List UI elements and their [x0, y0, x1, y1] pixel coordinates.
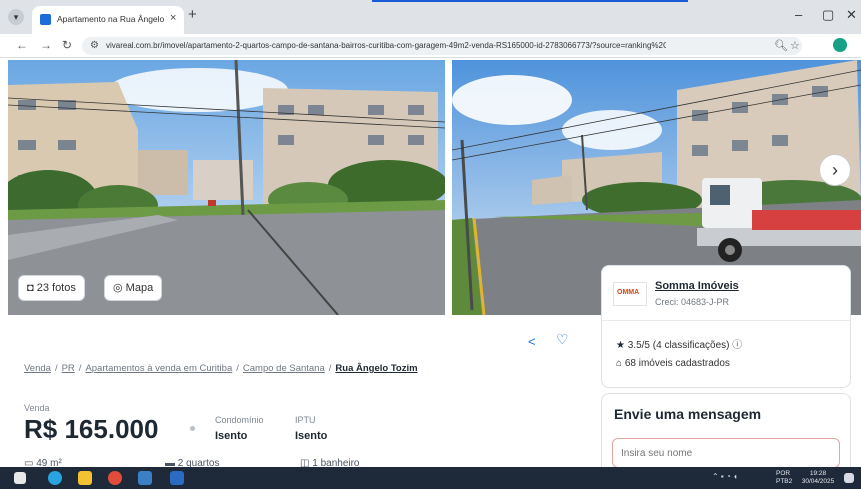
- browser-toolbar: ← → ↻ ⚙ vivareal.com.br/imovel/apartamen…: [0, 34, 861, 58]
- site-favicon-icon: [40, 14, 51, 25]
- breadcrumb-item[interactable]: Venda: [24, 363, 51, 374]
- reload-icon[interactable]: ↻: [62, 38, 72, 52]
- camera-icon: ◘: [27, 282, 34, 294]
- property-photo-1[interactable]: ◘ 23 fotos ◎ Mapa: [8, 60, 445, 315]
- breadcrumb-separator: /: [54, 363, 58, 374]
- tab-title: Apartamento na Rua Ângelo T: [57, 14, 167, 24]
- calculator-icon[interactable]: [138, 471, 152, 485]
- divider: [602, 320, 850, 321]
- breadcrumb-item[interactable]: Campo de Santana: [243, 363, 325, 374]
- bookmark-star-icon[interactable]: ☆: [790, 39, 800, 52]
- condo-label: Condomínio: [215, 415, 264, 425]
- separator-dot: [190, 426, 195, 431]
- map-button-label: Mapa: [125, 282, 154, 294]
- browser-tab[interactable]: Apartamento na Rua Ângelo T ×: [32, 6, 184, 34]
- breadcrumb-item[interactable]: Apartamentos à venda em Curitiba: [85, 363, 232, 374]
- zoom-icon[interactable]: 🔍︎: [774, 39, 788, 52]
- tab-close-icon[interactable]: ×: [170, 12, 176, 24]
- language-indicator[interactable]: POR PTB2: [776, 470, 792, 486]
- iptu-value: Isento: [295, 430, 328, 442]
- photos-button[interactable]: ◘ 23 fotos: [18, 275, 85, 301]
- agent-logo-text: OMMA: [617, 289, 640, 296]
- agent-rating-text: 3.5/5 (4 classificações): [627, 340, 730, 351]
- start-icon[interactable]: [14, 472, 26, 484]
- message-title: Envie uma mensagem: [614, 406, 762, 422]
- agent-logo[interactable]: OMMA: [613, 282, 647, 306]
- browser-window: ▾ Apartamento na Rua Ângelo T × + – ▢ ✕ …: [0, 0, 861, 489]
- minimize-icon[interactable]: –: [795, 7, 802, 22]
- tab-bar: ▾ Apartamento na Rua Ângelo T × + – ▢ ✕: [0, 0, 861, 34]
- agent-card: OMMA Somma Imóveis Creci: 04683-J-PR ★ 3…: [601, 265, 851, 388]
- favorite-heart-icon[interactable]: ♡: [556, 331, 569, 348]
- clock-time: 19:28: [809, 470, 827, 477]
- breadcrumb-separator: /: [328, 363, 332, 374]
- share-icon[interactable]: <: [528, 334, 536, 349]
- keyboard-layout: PTB2: [776, 478, 793, 485]
- extension-icon[interactable]: [833, 38, 847, 52]
- next-photo-button[interactable]: ›: [819, 154, 851, 186]
- breadcrumb-item[interactable]: PR: [62, 363, 75, 374]
- site-info-icon[interactable]: ⚙: [90, 40, 99, 51]
- house-icon: ⌂: [616, 358, 623, 369]
- clock[interactable]: 19:28 30/04/2025: [800, 470, 836, 486]
- breadcrumb: Venda / PR / Apartamentos à venda em Curitib…: [24, 363, 418, 374]
- agent-listings-text: 68 imóveis cadastrados: [624, 358, 730, 369]
- agent-name-link[interactable]: Somma Imóveis: [655, 280, 739, 292]
- breadcrumb-separator: /: [236, 363, 239, 374]
- back-icon[interactable]: ←: [16, 38, 28, 52]
- forward-icon[interactable]: →: [40, 38, 52, 52]
- name-input[interactable]: [612, 438, 840, 468]
- condo-value: Isento: [215, 430, 248, 442]
- store-icon[interactable]: [170, 471, 184, 485]
- language-code: POR: [776, 470, 791, 477]
- operation-label: Venda: [24, 403, 50, 413]
- loading-indicator: [372, 0, 688, 2]
- photos-button-label: 23 fotos: [36, 282, 76, 294]
- close-window-icon[interactable]: ✕: [846, 7, 857, 23]
- tab-list-icon[interactable]: ▾: [8, 9, 24, 25]
- agent-listings: ⌂ 68 imóveis cadastrados: [616, 358, 730, 369]
- iptu-label: IPTU: [295, 415, 316, 425]
- map-button[interactable]: ◎ Mapa: [104, 275, 163, 301]
- url-text[interactable]: vivareal.com.br/imovel/apartamento-2-qua…: [106, 41, 666, 50]
- price: R$ 165.000: [24, 414, 159, 444]
- maximize-icon[interactable]: ▢: [822, 7, 834, 23]
- file-explorer-icon[interactable]: [78, 471, 92, 485]
- system-tray-icons[interactable]: ⌃ ▪ ◔ ◖: [712, 472, 738, 481]
- agent-creci: Creci: 04683-J-PR: [655, 297, 730, 307]
- notification-icon[interactable]: [844, 473, 854, 483]
- map-pin-icon: ◎: [113, 282, 123, 294]
- agent-rating: ★ 3.5/5 (4 classificações) ⓘ: [616, 336, 742, 351]
- clock-date: 30/04/2025: [801, 478, 835, 485]
- breadcrumb-current: Rua Ângelo Tozim: [335, 363, 418, 374]
- star-icon: ★: [616, 340, 625, 351]
- windows-taskbar: ⌃ ▪ ◔ ◖ POR PTB2 19:28 30/04/2025: [0, 467, 861, 489]
- breadcrumb-separator: /: [78, 363, 82, 374]
- address-bar[interactable]: ⚙ vivareal.com.br/imovel/apartamento-2-q…: [82, 37, 802, 55]
- edge-icon[interactable]: [48, 471, 62, 485]
- new-tab-icon[interactable]: +: [188, 6, 197, 23]
- chrome-icon[interactable]: [108, 471, 122, 485]
- info-icon[interactable]: ⓘ: [732, 340, 742, 351]
